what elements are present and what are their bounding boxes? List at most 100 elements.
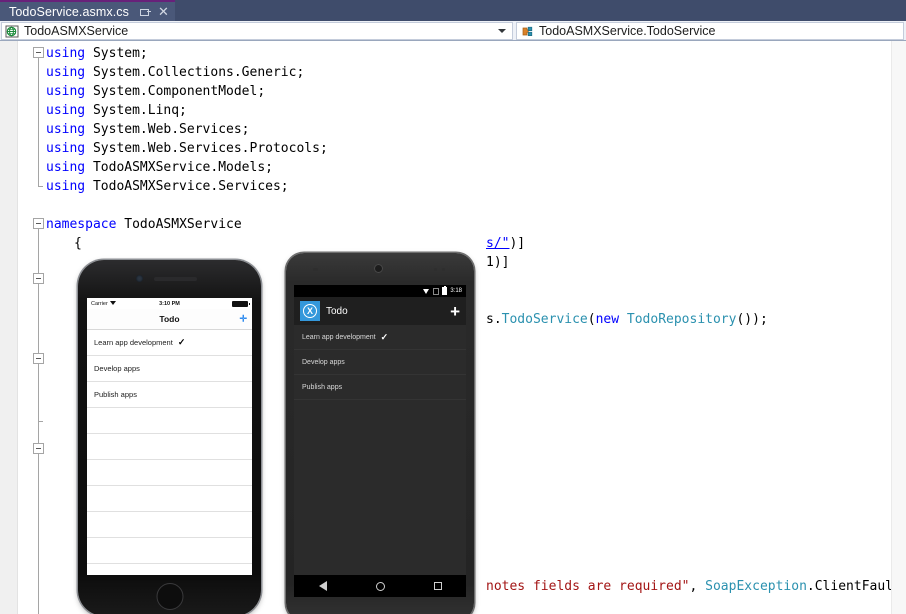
collapse-region-button[interactable] <box>33 353 44 364</box>
ios-empty-row <box>87 408 252 434</box>
sim-icon <box>433 288 439 295</box>
code-token: namespace <box>46 217 124 232</box>
iphone-screenshot: Carrier 3:10 PM Todo ✛ Learn app develop… <box>78 260 261 614</box>
code-token: ()); <box>736 312 767 327</box>
code-token: using <box>46 179 93 194</box>
earpiece-icon <box>313 268 318 271</box>
code-line: using System.Collections.Generic; <box>46 63 304 82</box>
collapse-region-button[interactable] <box>33 443 44 454</box>
outlining-tick <box>38 186 43 187</box>
android-todo-row[interactable]: Publish apps <box>294 375 466 400</box>
ios-clock: 3:10 PM <box>87 301 252 307</box>
ios-todo-label: Publish apps <box>94 390 137 399</box>
code-token: new <box>596 312 627 327</box>
android-todo-row[interactable]: Develop apps <box>294 350 466 375</box>
code-token: s. <box>486 312 502 327</box>
code-token: using <box>46 65 93 80</box>
ios-empty-row <box>87 460 252 486</box>
member-dropdown-value: TodoASMXService.TodoService <box>539 24 715 38</box>
iphone-bottom-bezel <box>78 575 261 614</box>
vertical-scrollbar[interactable] <box>891 41 906 614</box>
android-top-bezel <box>286 253 474 285</box>
outlining-guide-line <box>38 454 39 614</box>
ios-todo-row[interactable]: Publish apps <box>87 382 252 408</box>
type-dropdown-value: TodoASMXService <box>24 24 128 38</box>
code-token: System.Web.Services; <box>93 122 250 137</box>
home-button-icon[interactable] <box>156 583 183 610</box>
code-token: TodoRepository <box>627 312 737 327</box>
collapse-region-button[interactable] <box>33 273 44 284</box>
sensor-icon <box>442 268 445 271</box>
code-editor[interactable]: using System;using System.Collections.Ge… <box>0 41 906 614</box>
editor-tab-todoservice[interactable]: TodoService.asmx.cs ✕ <box>0 0 175 21</box>
visual-studio-window: TodoService.asmx.cs ✕ TodoASMXService <box>0 0 906 614</box>
home-circle-icon[interactable] <box>376 582 385 591</box>
ios-empty-row <box>87 564 252 575</box>
type-dropdown[interactable]: TodoASMXService <box>1 22 513 40</box>
code-token: System.Linq; <box>93 103 187 118</box>
navigation-bar: TodoASMXService TodoASMXService.TodoServ… <box>0 21 906 41</box>
ios-empty-row <box>87 434 252 460</box>
android-screenshot: 3:18 X Todo + Learn app development✓ Deve… <box>286 253 474 614</box>
chevron-down-icon[interactable] <box>498 29 506 33</box>
sensor-icon <box>434 268 437 271</box>
ios-todo-label: Learn app development <box>94 338 173 347</box>
outlining-guide-line <box>38 284 39 353</box>
ios-todo-list[interactable]: Learn app development ✓ Develop apps Publis… <box>87 330 252 575</box>
code-token: using <box>46 141 93 156</box>
ios-empty-row <box>87 512 252 538</box>
code-line: s/")] <box>486 234 525 253</box>
wifi-icon <box>423 288 430 294</box>
code-line: using System.ComponentModel; <box>46 82 265 101</box>
ios-empty-row <box>87 486 252 512</box>
outlining-margin[interactable] <box>18 41 46 614</box>
member-dropdown[interactable]: TodoASMXService.TodoService <box>516 22 904 40</box>
android-todo-list[interactable]: Learn app development✓ Develop apps Publis… <box>294 325 466 400</box>
android-add-button[interactable]: + <box>450 303 460 320</box>
ios-todo-row[interactable]: Learn app development ✓ <box>87 330 252 356</box>
android-todo-row[interactable]: Learn app development✓ <box>294 325 466 350</box>
code-token: ( <box>588 312 596 327</box>
iphone-top-bezel <box>78 260 261 298</box>
android-todo-label: Develop apps <box>302 359 345 366</box>
android-clock: 3:18 <box>450 288 462 294</box>
collapse-region-button[interactable] <box>33 47 44 58</box>
outlining-guide-line <box>38 364 39 443</box>
editor-tab-strip: TodoService.asmx.cs ✕ <box>0 0 906 21</box>
code-line: notes fields are required", SoapExceptio… <box>486 577 906 596</box>
ios-status-bar: Carrier 3:10 PM <box>87 298 252 309</box>
checkmark-icon: ✓ <box>178 337 186 348</box>
ios-todo-label: Develop apps <box>94 364 140 373</box>
code-token: SoapException <box>705 579 807 594</box>
code-line: using System.Web.Services; <box>46 120 250 139</box>
class-globe-icon <box>5 24 20 39</box>
recents-square-icon[interactable] <box>434 582 442 590</box>
code-token: TodoASMXService.Services; <box>93 179 289 194</box>
code-token: { <box>74 236 82 251</box>
code-line: using System.Web.Services.Protocols; <box>46 139 328 158</box>
scrollbar-thumb[interactable] <box>893 43 906 163</box>
code-line: using TodoASMXService.Models; <box>46 158 273 177</box>
code-line: using TodoASMXService.Services; <box>46 177 289 196</box>
code-token: System.Collections.Generic; <box>93 65 304 80</box>
code-line: { <box>74 234 82 253</box>
battery-full-icon <box>232 301 248 307</box>
code-line: using System; <box>46 44 148 63</box>
android-action-bar: X Todo + <box>294 297 466 325</box>
android-screen: 3:18 X Todo + Learn app development✓ Deve… <box>294 285 466 575</box>
close-icon[interactable]: ✕ <box>158 5 169 18</box>
code-token: TodoService <box>502 312 588 327</box>
android-todo-label: Publish apps <box>302 384 342 391</box>
code-token: using <box>46 103 93 118</box>
code-line: 1)] <box>486 253 509 272</box>
indicator-margin[interactable] <box>0 41 18 614</box>
pin-icon[interactable] <box>138 5 150 18</box>
collapse-region-button[interactable] <box>33 218 44 229</box>
ios-add-button[interactable]: ✛ <box>239 315 247 324</box>
back-triangle-icon[interactable] <box>319 581 327 591</box>
code-token: notes fields are required" <box>486 579 690 594</box>
ios-todo-row[interactable]: Develop apps <box>87 356 252 382</box>
android-status-bar: 3:18 <box>294 285 466 297</box>
code-token: 1)] <box>486 255 509 270</box>
camera-icon <box>374 264 383 273</box>
